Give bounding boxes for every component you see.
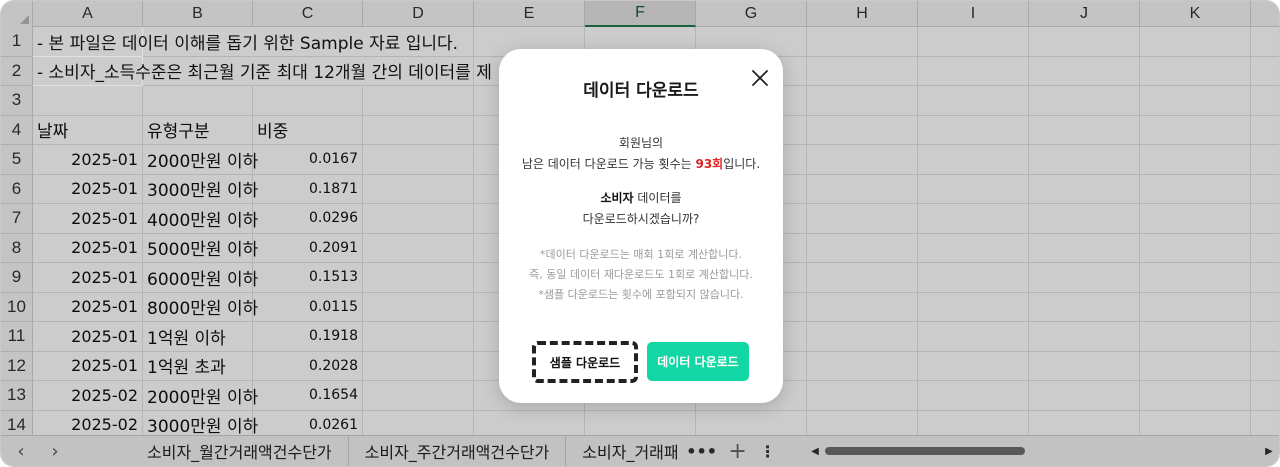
data-download-button[interactable]: 데이터 다운로드 [647, 342, 749, 381]
cell[interactable]: - 본 파일은 데이터 이해를 돕기 위한 Sample 자료 입니다. [33, 27, 458, 57]
sample-download-button[interactable]: 샘플 다운로드 [532, 341, 638, 383]
remaining-count: 93회 [695, 157, 724, 171]
cell-text: - 본 파일은 데이터 이해를 돕기 위한 Sample 자료 입니다. [37, 33, 459, 54]
cell[interactable]: - 소비자_소득수준은 최근월 기준 최대 12개월 간의 데이터를 제 [33, 56, 492, 86]
target-name: 소비자 [600, 191, 634, 205]
greeting-text: 회원님의 [618, 136, 664, 150]
target-line: 소비자 데이터를 [499, 188, 783, 209]
note-line: 즉, 동일 데이터 재다운로드도 1회로 계산합니다. [529, 268, 753, 281]
remaining-line: 남은 데이터 다운로드 가능 횟수는 93회입니다. [499, 154, 783, 175]
download-notes: *데이터 다운로드는 매회 1회로 계산합니다. 즉, 동일 데이터 재다운로드… [499, 245, 783, 305]
remaining-prefix: 남은 데이터 다운로드 가능 횟수는 [521, 157, 696, 171]
close-icon[interactable] [747, 65, 773, 91]
confirm-question: 다운로드하시겠습니까? [582, 212, 700, 226]
confirm-message: 소비자 데이터를 다운로드하시겠습니까? [499, 188, 783, 230]
note-line: *데이터 다운로드는 매회 1회로 계산합니다. [539, 248, 743, 261]
remaining-count-message: 회원님의 남은 데이터 다운로드 가능 횟수는 93회입니다. [499, 133, 783, 175]
target-rest: 데이터를 [633, 191, 682, 205]
cell-text: - 소비자_소득수준은 최근월 기준 최대 12개월 간의 데이터를 제 [37, 63, 492, 84]
remaining-suffix: 입니다. [723, 157, 761, 171]
dialog-title: 데이터 다운로드 [583, 81, 699, 101]
download-dialog: 데이터 다운로드 회원님의 남은 데이터 다운로드 가능 횟수는 93회입니다.… [499, 49, 783, 403]
note-line: *샘플 다운로드는 횟수에 포함되지 않습니다. [538, 288, 744, 301]
app-frame: A B C D E F G H I J K 1 - 본 파일은 데이터 이해를 … [0, 0, 1280, 467]
